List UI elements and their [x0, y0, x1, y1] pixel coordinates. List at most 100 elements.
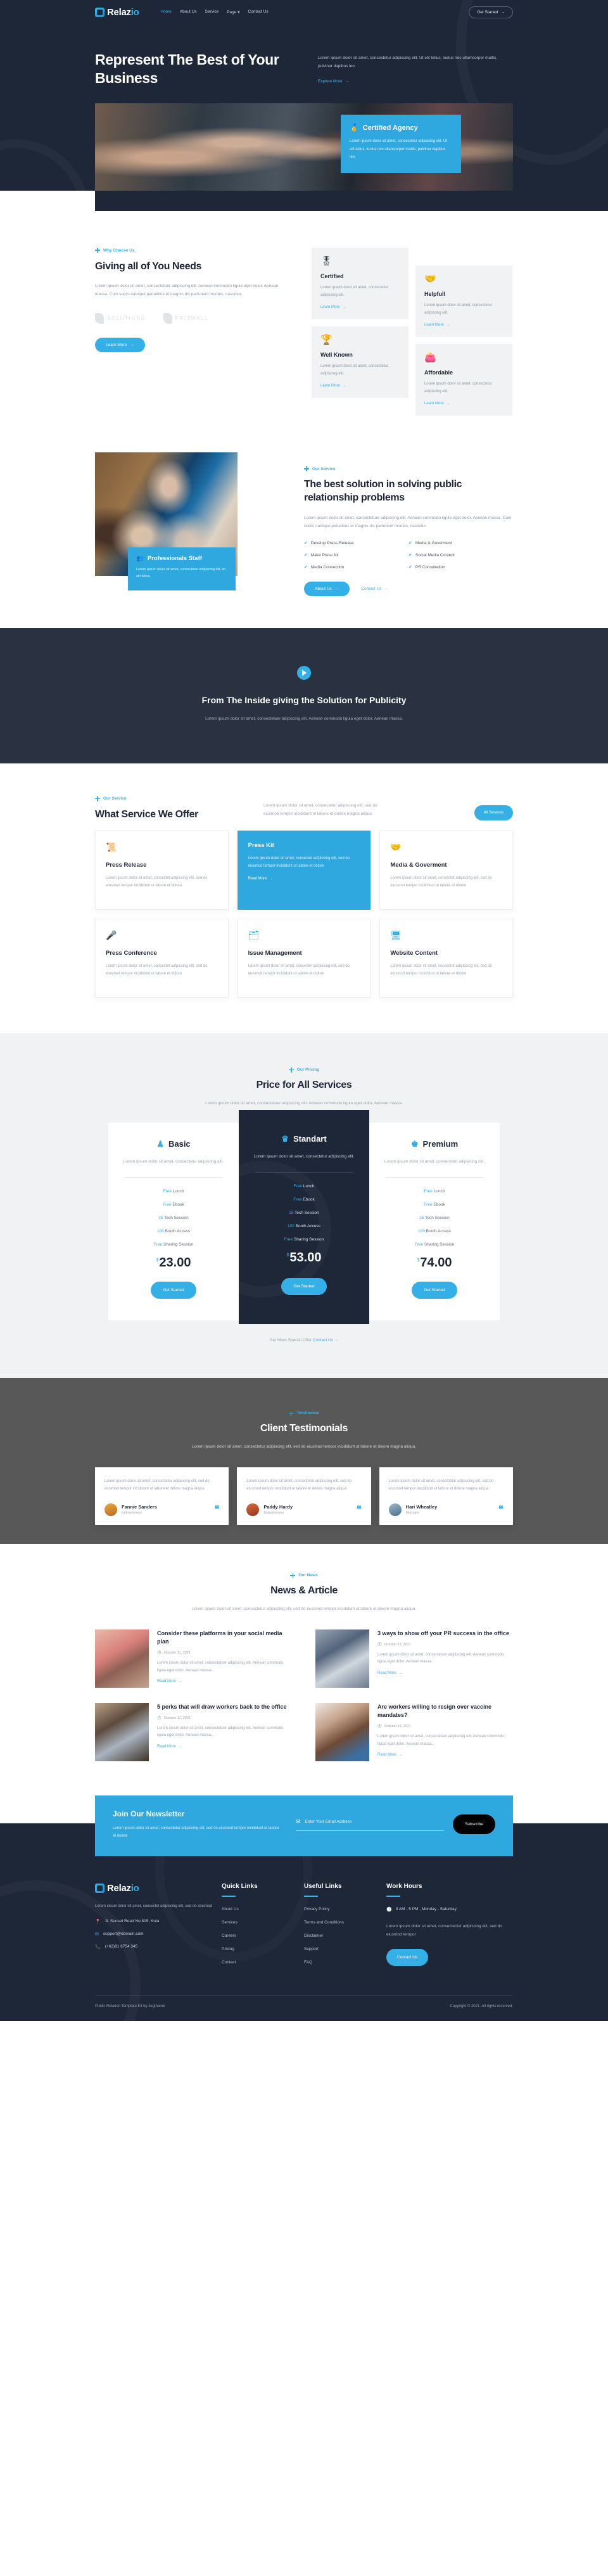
- folder-files-icon: 🗂: [248, 929, 260, 940]
- certified-agency-text: Lorem ipsum dolor sit amet, consectetur …: [350, 139, 447, 160]
- why-card-learn-more[interactable]: Learn More →: [424, 402, 504, 405]
- service-card-title: Press Kit: [248, 841, 274, 849]
- why-card-affordable[interactable]: 👛 Affordable Lorem ipsum dolor sit amet,…: [415, 344, 512, 416]
- footer: Relazio Lorem ipsum dolor sit amet, cons…: [95, 1856, 513, 2021]
- brand-mark-icon: [95, 312, 104, 324]
- plan-feature: Free Lunch: [381, 1189, 488, 1194]
- footer-link-support[interactable]: Support: [304, 1947, 386, 1951]
- news-read-more[interactable]: Read More →: [157, 1680, 293, 1683]
- helping-hand-icon: 🤝: [424, 274, 436, 285]
- footer-link-pricing[interactable]: Pricing: [222, 1947, 304, 1951]
- plan-get-started-button[interactable]: Get Started: [412, 1281, 457, 1299]
- testimonials-section-label: Tetsimonial: [95, 1410, 513, 1416]
- why-learn-more-button[interactable]: Learn More →: [95, 337, 145, 352]
- service-card-read-more[interactable]: Read More →: [248, 877, 360, 881]
- plan-get-started-button[interactable]: Get Started: [151, 1281, 196, 1299]
- chess-king-icon: ♚: [410, 1138, 419, 1149]
- why-card-helpfull[interactable]: 🤝 Helpfull Lorem ipsum dolor sit amet, c…: [415, 265, 512, 338]
- special-offer-link[interactable]: Contact Us: [313, 1338, 333, 1342]
- testimonial-author-name: Hari Wheatley: [405, 1504, 438, 1510]
- subscribe-button[interactable]: Subscribe: [453, 1814, 495, 1835]
- testimonials-grid: Lorem ipsum dolor sit amet, consectetur …: [95, 1467, 513, 1525]
- solution-about-us-button[interactable]: About Us →: [304, 582, 350, 597]
- why-card-learn-more[interactable]: Learn More →: [424, 323, 504, 327]
- news-card[interactable]: Are workers willing to resign over vacci…: [315, 1702, 513, 1761]
- why-card-text: Lorem ipsum dolor sit amet, consectetur …: [320, 364, 388, 376]
- testimonials-title: Client Testimonials: [260, 1422, 348, 1434]
- nav-item-home[interactable]: Home: [160, 10, 171, 15]
- logo-text-primary: Relaz: [107, 6, 131, 18]
- footer-link-contact[interactable]: Contact: [222, 1960, 304, 1965]
- service-card-press-kit[interactable]: Press Kit Lorem ipsum dolor sit amet, co…: [237, 830, 371, 910]
- feature-label: PR Consultation: [415, 564, 445, 570]
- nav-item-about-us[interactable]: About Us: [180, 10, 197, 15]
- professionals-staff-title: Professionals Staff: [147, 555, 202, 563]
- pricing-plan-standart: ♛ Standart Lorem ipsum dolor sit amet, co…: [239, 1109, 369, 1324]
- testimonial-card: Lorem ipsum dolor sit amet, consectetur …: [95, 1467, 229, 1525]
- testimonial-text: Lorem ipsum dolor sit amet, consectetur …: [246, 1479, 352, 1491]
- nav-item-contact-us[interactable]: Contact Us: [248, 10, 268, 15]
- footer-address-text: Jl. Sunset Road No.815, Kuta: [104, 1919, 160, 1924]
- logo[interactable]: Relazio: [95, 7, 139, 18]
- why-card-learn-more[interactable]: Learn More →: [320, 305, 400, 309]
- plan-feature: 25 Tech Session: [250, 1211, 358, 1215]
- footer-contact-us-button[interactable]: Contact Us: [386, 1948, 429, 1966]
- hero-paragraph: Lorem ipsum dolor sit amet, consectetur …: [318, 56, 498, 68]
- news-read-more[interactable]: Read More →: [377, 1671, 513, 1675]
- feature-text: Booth Access: [424, 1228, 452, 1234]
- service-card-text: Lorem ipsum dolor sit amet, consectet ad…: [390, 964, 492, 976]
- feature-text: Sharing Session: [162, 1242, 194, 1247]
- explore-more-link[interactable]: Explore More →: [318, 79, 508, 84]
- news-read-more[interactable]: Read More →: [157, 1745, 293, 1749]
- why-card-well-known[interactable]: 🏆 Well Known Lorem ipsum dolor sit amet,…: [312, 326, 408, 399]
- clock-icon: 🕐: [157, 1716, 162, 1720]
- footer-logo[interactable]: Relazio: [95, 1883, 222, 1894]
- footer-link-privacy-policy[interactable]: Privacy Policy: [304, 1907, 386, 1911]
- service-card-press-conference[interactable]: 🎤 Press Conference Lorem ipsum dolor sit…: [95, 918, 229, 998]
- footer-link-disclaimer[interactable]: Disclaimer: [304, 1934, 386, 1938]
- why-card-learn-more[interactable]: Learn More →: [320, 384, 400, 388]
- get-started-button[interactable]: Get Started →: [469, 6, 513, 18]
- service-card-website-content[interactable]: 🖥 Website Content Lorem ipsum dolor sit …: [379, 918, 513, 998]
- plan-feature: 100 Booth Access: [250, 1224, 358, 1228]
- contact-us-label: Contact Us: [361, 587, 382, 592]
- footer-link-careers[interactable]: Careers: [222, 1934, 304, 1938]
- news-card[interactable]: 5 perks that will draw workers back to t…: [95, 1702, 293, 1761]
- service-card-media-goverment[interactable]: 🤝 Media & Goverment Lorem ipsum dolor si…: [379, 830, 513, 910]
- footer-email[interactable]: ✉ support@domain.com: [95, 1932, 222, 1937]
- handshake-icon: 🤝: [390, 841, 402, 852]
- news-card[interactable]: 3 ways to show off your PR success in th…: [315, 1629, 513, 1688]
- nav-item-page[interactable]: Page ▾: [227, 10, 239, 15]
- service-card-title: Media & Goverment: [390, 861, 447, 869]
- nav-item-service[interactable]: Service: [205, 10, 219, 15]
- newsletter-text: Lorem ipsum dolor sit amet, consectetur …: [113, 1826, 279, 1838]
- footer-link-services[interactable]: Services: [222, 1920, 304, 1925]
- footer-phone[interactable]: 📞 (+62)81 6754 345: [95, 1944, 222, 1949]
- newsletter-title: Join Our Newsletter: [113, 1809, 185, 1818]
- solution-section: 👥 Professionals Staff Lorem ipsum dolor …: [0, 443, 608, 628]
- service-card-title: Press Release: [106, 861, 147, 869]
- newsletter-email-input[interactable]: [305, 1819, 445, 1824]
- all-services-button[interactable]: All Services: [474, 805, 513, 820]
- news-label-text: Our News: [298, 1573, 318, 1578]
- news-card[interactable]: Consider these platforms in your social …: [95, 1629, 293, 1688]
- why-card-certified[interactable]: 🎖 Certified Lorem ipsum dolor sit amet, …: [312, 248, 408, 320]
- plan-get-started-button[interactable]: Get Started: [281, 1277, 327, 1295]
- footer-link-about-us[interactable]: About Us: [222, 1907, 304, 1911]
- read-more-label: Read More: [157, 1680, 176, 1684]
- explore-more-label: Explore More: [318, 79, 343, 84]
- footer-useful-links-column: Useful Links Privacy Policy Terms and Co…: [304, 1883, 386, 1973]
- feature-text: Lunch: [301, 1183, 315, 1189]
- arrow-right-icon: →: [342, 305, 346, 310]
- news-card-title: 5 perks that will draw workers back to t…: [157, 1703, 287, 1710]
- feature-item: ✔ Develop Press Release: [304, 540, 408, 546]
- service-card-press-release[interactable]: 📜 Press Release Lorem ipsum dolor sit am…: [95, 830, 229, 910]
- news-read-more[interactable]: Read More →: [377, 1753, 513, 1757]
- solution-contact-us-link[interactable]: Contact Us →: [361, 587, 388, 591]
- footer-link-terms[interactable]: Terms and Conditions: [304, 1920, 386, 1925]
- check-icon: ✔: [408, 565, 412, 570]
- footer-link-faq[interactable]: FAQ: [304, 1960, 386, 1965]
- service-card-issue-management[interactable]: 🗂 Issue Management Lorem ipsum dolor sit…: [237, 918, 371, 998]
- play-button-icon[interactable]: [297, 666, 311, 680]
- award-medal-icon: 🏅: [350, 124, 358, 132]
